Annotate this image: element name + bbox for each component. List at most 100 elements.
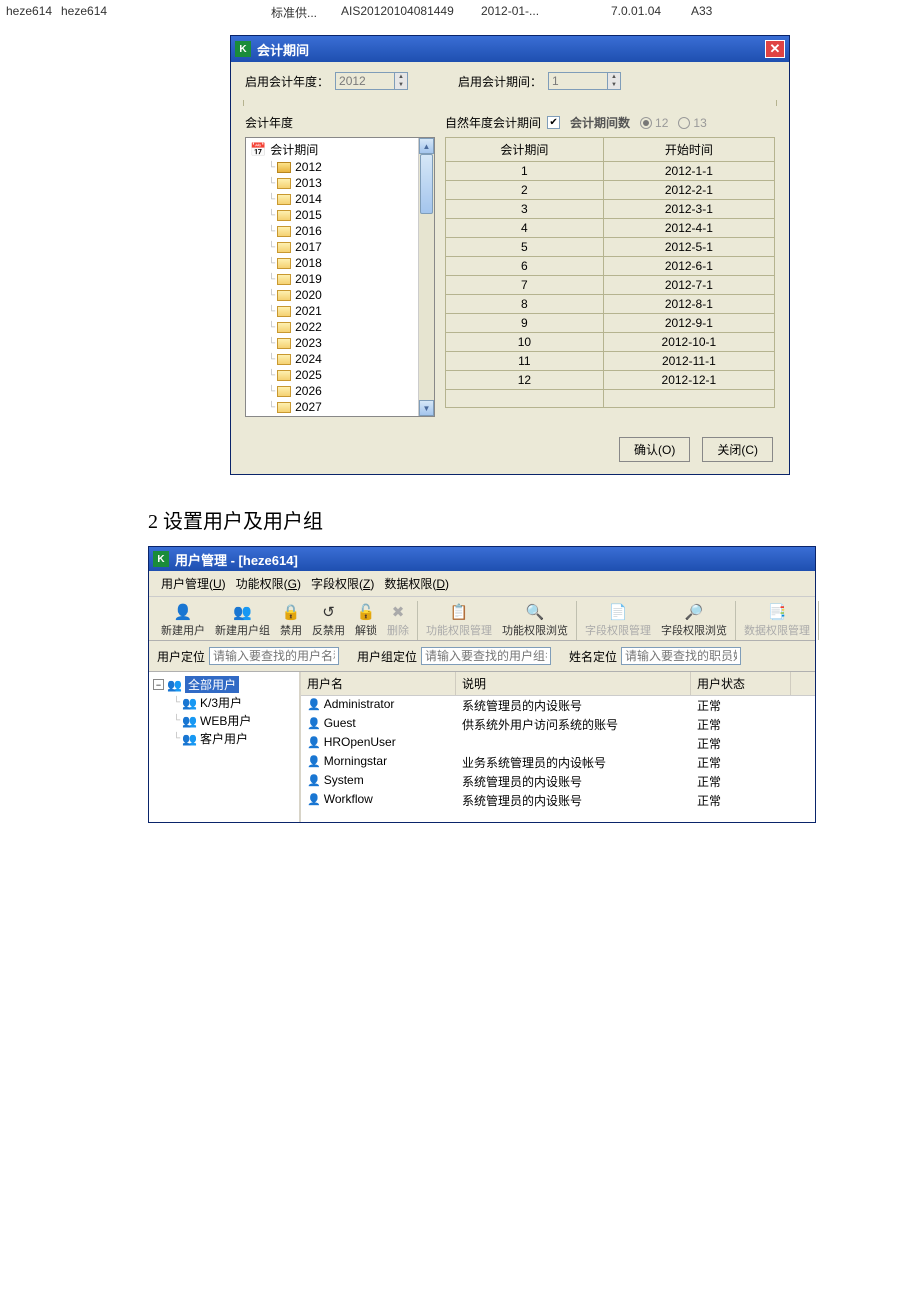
data-mgmt-button[interactable]: 📑数据权限管理 — [739, 601, 815, 640]
user-row[interactable]: 👤Morningstar业务系统管理员的内设帐号正常 — [301, 753, 815, 772]
table-header-startdate[interactable]: 开始时间 — [603, 138, 774, 162]
menu-item[interactable]: 用户管理(U) — [157, 574, 230, 593]
table-row[interactable]: 112012-11-1 — [446, 352, 775, 371]
user-row[interactable]: 👤HROpenUser正常 — [301, 734, 815, 753]
collapse-icon[interactable]: − — [153, 679, 164, 690]
folder-icon — [277, 290, 291, 301]
tree-child-item[interactable]: └👥客户用户 — [153, 730, 295, 747]
new-user-button[interactable]: 👤新建用户 — [156, 601, 210, 640]
radio-13[interactable]: 13 — [678, 116, 706, 130]
tree-year-item[interactable]: └2017 — [248, 239, 416, 255]
year-label: 2025 — [295, 368, 322, 382]
chevron-up-icon[interactable]: ▲ — [608, 73, 620, 81]
group-locate-input[interactable] — [421, 647, 551, 665]
tree-year-item[interactable]: └2028 — [248, 415, 416, 416]
close-icon[interactable]: ✕ — [765, 40, 785, 58]
header-desc[interactable]: 说明 — [456, 672, 691, 695]
scroll-track[interactable] — [419, 154, 434, 400]
period-cell: 6 — [446, 257, 604, 276]
tree-year-item[interactable]: └2027 — [248, 399, 416, 415]
window-titlebar[interactable]: K 用户管理 - [heze614] — [149, 547, 815, 571]
tree-root-allusers[interactable]: − 👥 全部用户 — [153, 676, 295, 693]
name-locate-input[interactable] — [621, 647, 741, 665]
table-row[interactable]: 32012-3-1 — [446, 200, 775, 219]
spinner-buttons[interactable]: ▲ ▼ — [607, 72, 621, 90]
table-row[interactable]: 82012-8-1 — [446, 295, 775, 314]
grid-top-row: heze614 heze614 标准供... AIS20120104081449… — [0, 0, 920, 25]
browse-icon: 🔎 — [685, 603, 704, 621]
unlock-button[interactable]: 🔓解锁 — [350, 601, 382, 640]
header-username[interactable]: 用户名 — [301, 672, 456, 695]
tree-year-item[interactable]: └2018 — [248, 255, 416, 271]
chevron-up-icon[interactable]: ▲ — [395, 73, 407, 81]
table-row[interactable]: 122012-12-1 — [446, 371, 775, 390]
tree-year-item[interactable]: └2016 — [248, 223, 416, 239]
tree-year-item[interactable]: └2012 — [248, 159, 416, 175]
header-status[interactable]: 用户状态 — [691, 672, 791, 695]
scroll-thumb[interactable] — [420, 154, 433, 214]
scroll-up-icon[interactable]: ▲ — [419, 138, 434, 154]
enable-period-spinner[interactable]: ▲ ▼ — [548, 72, 621, 90]
table-row[interactable]: 52012-5-1 — [446, 238, 775, 257]
menu-item[interactable]: 字段权限(Z) — [307, 574, 378, 593]
table-row[interactable]: 12012-1-1 — [446, 162, 775, 181]
disable-button[interactable]: 🔒禁用 — [275, 601, 307, 640]
enable-year-input[interactable] — [335, 72, 395, 90]
tree-year-item[interactable]: └2025 — [248, 367, 416, 383]
user-desc: 系统管理员的内设账号 — [456, 791, 691, 810]
tree-year-item[interactable]: └2019 — [248, 271, 416, 287]
scroll-down-icon[interactable]: ▼ — [419, 400, 434, 416]
tree-year-item[interactable]: └2014 — [248, 191, 416, 207]
user-desc: 业务系统管理员的内设帐号 — [456, 753, 691, 772]
table-row[interactable]: 72012-7-1 — [446, 276, 775, 295]
field-browse-button[interactable]: 🔎字段权限浏览 — [656, 601, 732, 640]
func-mgmt-button[interactable]: 📋功能权限管理 — [421, 601, 497, 640]
tree-year-item[interactable]: └2024 — [248, 351, 416, 367]
field-mgmt-button[interactable]: 📄字段权限管理 — [580, 601, 656, 640]
tree-year-item[interactable]: └2015 — [248, 207, 416, 223]
tree-root[interactable]: 📅 会计期间 — [248, 140, 416, 159]
tree-year-item[interactable]: └2020 — [248, 287, 416, 303]
spinner-buttons[interactable]: ▲ ▼ — [394, 72, 408, 90]
tree-year-item[interactable]: └2022 — [248, 319, 416, 335]
tree-year-item[interactable]: └2026 — [248, 383, 416, 399]
user-row[interactable]: 👤Guest供系统外用户访问系统的账号正常 — [301, 715, 815, 734]
menu-item[interactable]: 功能权限(G) — [232, 574, 305, 593]
enable-button[interactable]: ↺反禁用 — [307, 601, 350, 640]
tree-year-item[interactable]: └2013 — [248, 175, 416, 191]
chevron-down-icon[interactable]: ▼ — [395, 81, 407, 89]
tree-child-item[interactable]: └👥WEB用户 — [153, 712, 295, 729]
user-row[interactable]: 👤Administrator系统管理员的内设账号正常 — [301, 696, 815, 715]
users-icon: 👥 — [182, 696, 197, 710]
user-row[interactable]: 👤System系统管理员的内设账号正常 — [301, 772, 815, 791]
table-row[interactable]: 62012-6-1 — [446, 257, 775, 276]
connector-icon: └ — [268, 274, 275, 285]
dialog-title: 会计期间 — [257, 40, 765, 59]
table-row[interactable]: 102012-10-1 — [446, 333, 775, 352]
user-locate-input[interactable] — [209, 647, 339, 665]
tree-child-item[interactable]: └👥K/3用户 — [153, 694, 295, 711]
func-browse-button[interactable]: 🔍功能权限浏览 — [497, 601, 573, 640]
close-button[interactable]: 关闭(C) — [702, 437, 773, 462]
folder-icon — [277, 194, 291, 205]
natural-year-checkbox[interactable]: ✔ — [547, 116, 560, 129]
period-cell: 9 — [446, 314, 604, 333]
radio-12[interactable]: 12 — [640, 116, 668, 130]
chevron-down-icon[interactable]: ▼ — [608, 81, 620, 89]
table-header-period[interactable]: 会计期间 — [446, 138, 604, 162]
table-row[interactable]: 42012-4-1 — [446, 219, 775, 238]
table-row[interactable]: 22012-2-1 — [446, 181, 775, 200]
radio-icon — [640, 117, 652, 129]
delete-button[interactable]: ✖删除 — [382, 601, 414, 640]
new-group-button[interactable]: 👥新建用户组 — [210, 601, 275, 640]
user-row[interactable]: 👤Workflow系统管理员的内设账号正常 — [301, 791, 815, 810]
tree-year-item[interactable]: └2021 — [248, 303, 416, 319]
scrollbar[interactable]: ▲ ▼ — [418, 138, 434, 416]
ok-button[interactable]: 确认(O) — [619, 437, 690, 462]
menu-item[interactable]: 数据权限(D) — [380, 574, 453, 593]
enable-year-spinner[interactable]: ▲ ▼ — [335, 72, 408, 90]
dialog-titlebar[interactable]: K 会计期间 ✕ — [231, 36, 789, 62]
table-row[interactable]: 92012-9-1 — [446, 314, 775, 333]
tree-year-item[interactable]: └2023 — [248, 335, 416, 351]
enable-period-input[interactable] — [548, 72, 608, 90]
